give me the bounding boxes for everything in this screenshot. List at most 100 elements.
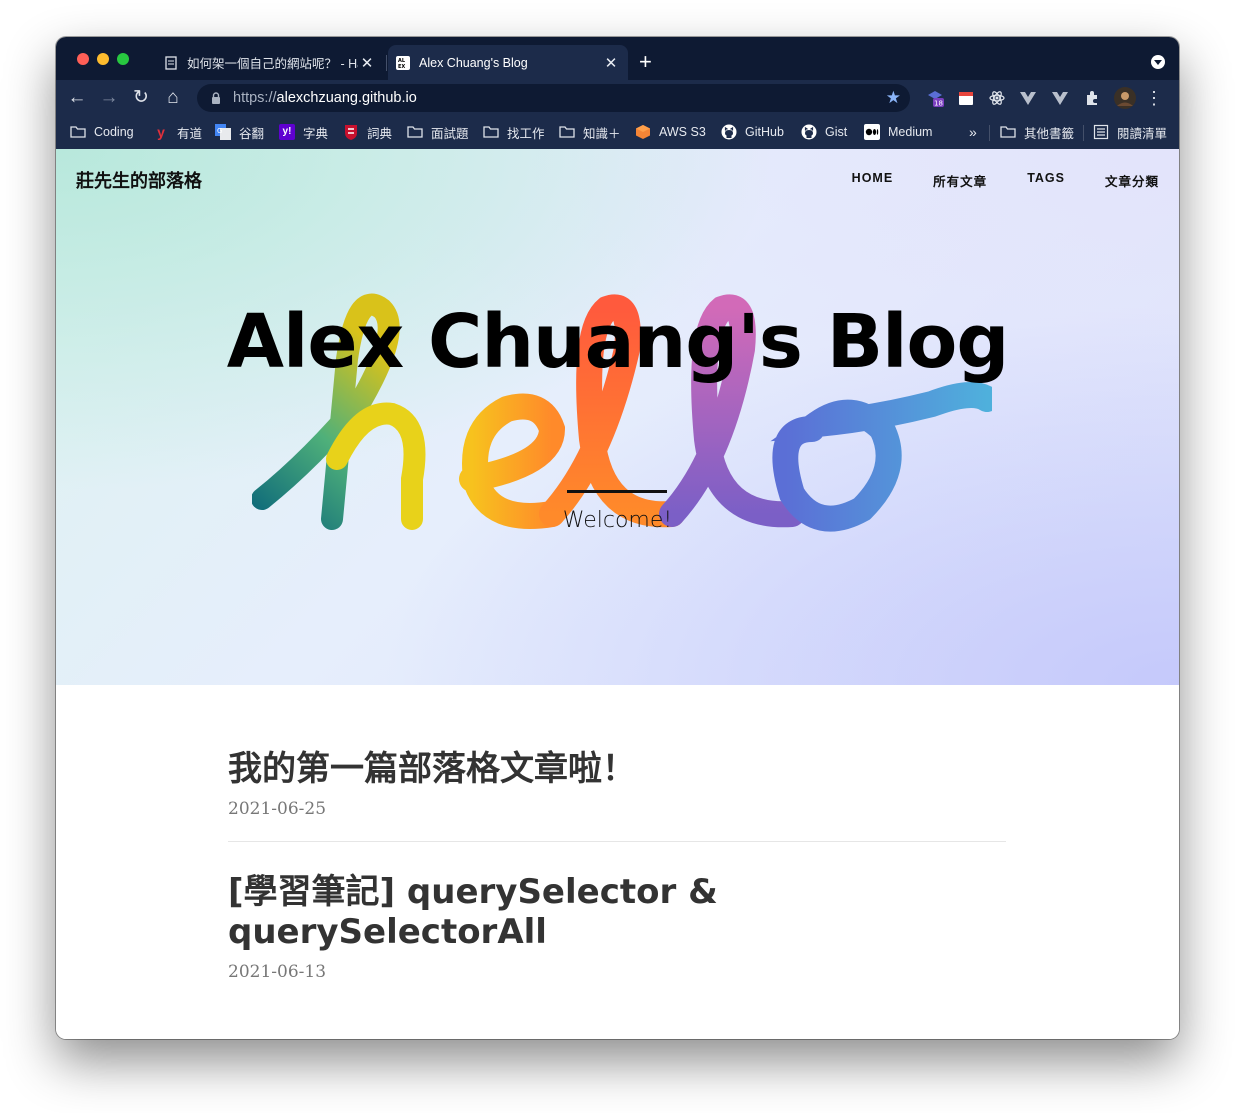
tab-strip: 如何架一個自己的網站呢？ - Ha ✕ AL EX Alex Chuang's … (56, 37, 1179, 80)
close-tab-icon[interactable]: ✕ (358, 54, 376, 72)
github-icon (721, 124, 737, 140)
site-nav: HOME 所有文章 TAGS 文章分類 (852, 171, 1159, 190)
svg-text:G: G (217, 127, 222, 135)
post-title[interactable]: 我的第一篇部落格文章啦！ (228, 749, 1006, 789)
nav-home[interactable]: HOME (852, 171, 894, 190)
folder-icon (1000, 126, 1016, 138)
tab-title: Alex Chuang's Blog (419, 55, 528, 70)
medium-icon (864, 124, 880, 140)
bookmark-label: 詞典 (367, 126, 393, 141)
post-item[interactable]: [學習筆記] querySelector & querySelectorAll … (228, 872, 748, 982)
youdao-icon: y (157, 124, 165, 140)
url-host: alexchzuang.github.io (276, 90, 417, 106)
hero-title: Alex Chuang's Blog (226, 299, 1010, 385)
bookmark-divider (989, 125, 990, 141)
bookmark-label: 其他書籤 (1024, 126, 1075, 141)
aws-icon (636, 125, 650, 139)
zoom-window-button[interactable] (117, 53, 129, 65)
bookmark-jobs[interactable]: 找工作 (483, 122, 545, 142)
bookmark-github[interactable]: GitHub (721, 122, 784, 142)
bookmark-knowledge[interactable]: 知識＋ (559, 122, 621, 142)
bookmark-label: 找工作 (507, 126, 545, 141)
cambridge-icon (345, 125, 357, 140)
nav-categories[interactable]: 文章分類 (1105, 171, 1159, 190)
folder-icon (559, 126, 575, 138)
bookmark-youdao[interactable]: y 有道 (153, 122, 202, 142)
menu-dots-icon[interactable]: ⋮ (1145, 87, 1163, 109)
profile-avatar[interactable] (1114, 87, 1136, 109)
react-devtools-icon[interactable] (988, 89, 1006, 107)
google-translate-icon: G (215, 124, 231, 140)
post-date: 2021-06-25 (228, 799, 327, 819)
overflow-chevron-icon: » (969, 124, 977, 140)
tab-search-icon[interactable] (1151, 55, 1165, 69)
bookmark-star-icon[interactable]: ★ (886, 88, 901, 108)
tab-alex-blog[interactable]: AL EX Alex Chuang's Blog ✕ (388, 45, 628, 80)
reload-icon[interactable]: ↻ (130, 87, 152, 109)
bookmark-google-translate[interactable]: G 谷翻 (215, 122, 264, 142)
forward-icon[interactable]: → (98, 87, 120, 109)
post-list: 我的第一篇部落格文章啦！ 2021-06-25 [學習筆記] querySele… (228, 749, 1006, 982)
web-page: 莊先生的部落格 HOME 所有文章 TAGS 文章分類 Alex Chuang'… (56, 149, 1179, 1039)
bookmark-gist[interactable]: Gist (801, 122, 847, 142)
address-bar[interactable]: https:// alexchzuang.github.io ★ (197, 84, 910, 112)
reading-list-icon (1093, 124, 1109, 140)
bookmark-aws-s3[interactable]: AWS S3 (635, 122, 706, 142)
nav-tags[interactable]: TAGS (1027, 171, 1065, 190)
bookmark-other[interactable]: 其他書籤 (1000, 122, 1074, 142)
bookmark-label: Medium (888, 125, 933, 139)
back-icon[interactable]: ← (66, 87, 88, 109)
vue-devtools-icon[interactable] (1019, 89, 1037, 107)
post-divider (228, 841, 1006, 842)
calendar-extension-icon[interactable] (957, 89, 975, 107)
lock-icon (212, 92, 220, 104)
svg-text:EX: EX (398, 64, 405, 70)
url-scheme: https:// (233, 90, 277, 106)
new-tab-button[interactable]: + (639, 51, 652, 73)
site-title[interactable]: 莊先生的部落格 (76, 167, 202, 193)
tab-hackmd[interactable]: 如何架一個自己的網站呢？ - Ha ✕ (156, 45, 384, 80)
folder-icon (483, 126, 499, 138)
hero-subtitle: Welcome! (562, 508, 673, 533)
bookmark-cambridge[interactable]: 詞典 (343, 122, 392, 142)
reading-list-button[interactable]: 閱讀清單 (1093, 122, 1167, 142)
bookmark-label: 字典 (303, 126, 329, 141)
bookmark-label: 谷翻 (239, 126, 265, 141)
browser-window: 如何架一個自己的網站呢？ - Ha ✕ AL EX Alex Chuang's … (56, 37, 1179, 1039)
post-item[interactable]: 我的第一篇部落格文章啦！ 2021-06-25 (228, 749, 1006, 819)
bookmark-label: Coding (94, 125, 134, 139)
github-icon (801, 124, 817, 140)
bookmark-label: 有道 (177, 126, 203, 141)
bookmark-medium[interactable]: Medium (864, 122, 932, 142)
bookmark-label: 閱讀清單 (1117, 126, 1168, 141)
bookmark-label: 面試題 (431, 126, 469, 141)
bookmark-label: 知識＋ (583, 126, 621, 141)
extension-puzzle-badge-icon[interactable]: 18 (926, 89, 944, 107)
hero-banner: 莊先生的部落格 HOME 所有文章 TAGS 文章分類 Alex Chuang'… (56, 149, 1179, 685)
bookmark-coding[interactable]: Coding (70, 122, 134, 142)
close-window-button[interactable] (77, 53, 89, 65)
nav-all-posts[interactable]: 所有文章 (933, 171, 987, 190)
hero-divider (567, 490, 667, 493)
home-icon[interactable]: ⌂ (162, 87, 184, 109)
post-title[interactable]: [學習筆記] querySelector & querySelectorAll (228, 872, 748, 952)
extensions-puzzle-icon[interactable] (1083, 89, 1101, 107)
bookmark-label: Gist (825, 125, 848, 139)
bookmark-dictionary[interactable]: y! 字典 (279, 122, 328, 142)
bookmarks-bar: Coding y 有道 G 谷翻 y! 字典 詞典 面試題 找工作 知識＋ AW… (56, 116, 1179, 150)
bookmark-interview[interactable]: 面試題 (407, 122, 469, 142)
post-date: 2021-06-13 (228, 962, 327, 982)
browser-toolbar: ← → ↻ ⌂ https:// alexchzuang.github.io ★… (56, 80, 1179, 116)
close-tab-icon[interactable]: ✕ (602, 54, 620, 72)
folder-icon (407, 126, 423, 138)
bookmarks-overflow-button[interactable]: » (969, 122, 977, 142)
tab-divider (386, 55, 387, 71)
bookmark-divider (1083, 125, 1084, 141)
minimize-window-button[interactable] (97, 53, 109, 65)
extension-badge-count: 18 (934, 100, 943, 108)
vue-devtools-icon-2[interactable] (1051, 89, 1069, 107)
yahoo-icon: y! (279, 124, 295, 140)
document-icon (165, 55, 177, 70)
folder-icon (70, 126, 86, 138)
bookmark-label: AWS S3 (659, 125, 706, 139)
